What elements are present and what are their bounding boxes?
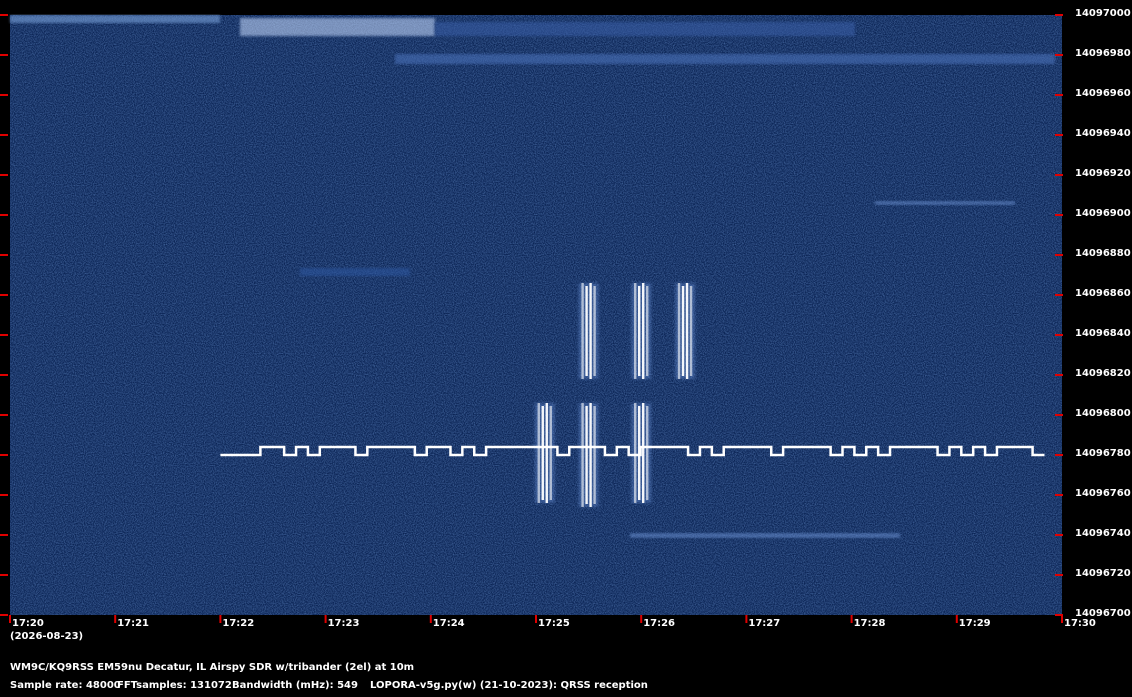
- waterfall-spectrogram: [0, 0, 1132, 697]
- y-tick-label: 14096860: [1075, 288, 1131, 299]
- fft-samples: FFTsamples: 131072: [117, 680, 232, 691]
- x-tick-label: 17:22: [222, 618, 255, 629]
- signal-burst: [578, 403, 599, 507]
- x-tick-label: 17:25: [538, 618, 570, 629]
- x-tick-label: 17:29: [958, 618, 991, 629]
- y-tick-label: 14096760: [1075, 488, 1131, 499]
- signal-burst: [631, 283, 652, 379]
- station-info: WM9C/KQ9RSS EM59nu Decatur, IL Airspy SD…: [10, 662, 415, 673]
- waterfall-noise: [10, 15, 1062, 615]
- y-tick-label: 14096960: [1075, 88, 1131, 99]
- y-tick-label: 14096900: [1075, 208, 1131, 219]
- signal-burst: [675, 283, 696, 379]
- y-tick-label: 14096840: [1075, 328, 1131, 339]
- y-tick-label: 14096740: [1075, 528, 1131, 539]
- y-tick-label: 14096780: [1075, 448, 1131, 459]
- y-tick-label: 14096920: [1075, 168, 1131, 179]
- x-tick-label: 17:28: [853, 618, 886, 629]
- y-tick-label: 14096940: [1075, 128, 1131, 139]
- signal-burst: [578, 283, 599, 379]
- y-tick-label: 14097000: [1075, 8, 1131, 19]
- y-tick-label: 14096720: [1075, 568, 1131, 579]
- y-tick-label: 14096800: [1075, 408, 1131, 419]
- x-tick-label: 17:23: [327, 618, 360, 629]
- x-tick-label: 17:26: [643, 618, 676, 629]
- y-tick-label: 14096700: [1075, 608, 1131, 619]
- x-tick-label: 17:21: [117, 618, 150, 629]
- sample-rate: Sample rate: 48000: [10, 680, 121, 691]
- x-tick-label: 17:20: [12, 618, 44, 629]
- signal-burst: [534, 403, 555, 503]
- date-label: (2026-08-23): [10, 631, 84, 642]
- software-info: LOPORA-v5g.py(w) (21-10-2023): QRSS rece…: [370, 680, 648, 691]
- x-tick-label: 17:27: [748, 618, 781, 629]
- bandwidth: Bandwidth (mHz): 549: [232, 680, 358, 691]
- x-tick-label: 17:24: [432, 618, 465, 629]
- y-tick-label: 14096980: [1075, 48, 1131, 59]
- y-tick-label: 14096820: [1075, 368, 1131, 379]
- y-tick-label: 14096880: [1075, 248, 1131, 259]
